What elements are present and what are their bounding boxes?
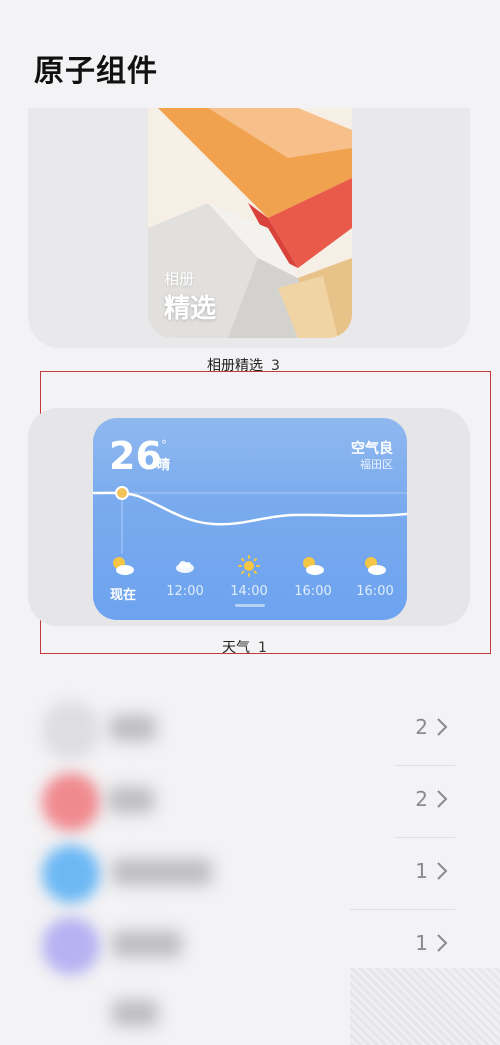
forecast-slot: 14:00 bbox=[219, 554, 279, 599]
weather-degree-mark: ° bbox=[161, 438, 167, 452]
chevron-right-icon bbox=[437, 862, 448, 880]
weather-widget-count: 1 bbox=[258, 640, 267, 656]
forecast-slot: 12:00 bbox=[155, 554, 215, 599]
current-point-marker bbox=[115, 486, 129, 500]
weather-widget-caption-text: 天气 bbox=[222, 640, 250, 656]
partly-cloudy-icon bbox=[283, 554, 343, 578]
list-item-label bbox=[108, 787, 154, 813]
photo-widget-small-label: 相册 bbox=[164, 270, 195, 288]
list-item-count: 2 bbox=[415, 787, 428, 811]
forecast-slot: 16:00 bbox=[345, 554, 405, 599]
forecast-time: 12:00 bbox=[166, 584, 204, 599]
page-title: 原子组件 bbox=[34, 54, 158, 89]
list-item-label bbox=[112, 931, 182, 957]
partly-cloudy-icon bbox=[93, 554, 153, 578]
weather-temperature: 26 bbox=[109, 434, 162, 478]
photo-widget-big-label: 精选 bbox=[164, 294, 217, 324]
chevron-right-icon bbox=[437, 790, 448, 808]
forecast-time: 16:00 bbox=[356, 584, 394, 599]
forecast-slot: 16:00 bbox=[283, 554, 343, 599]
photo-widget-preview[interactable]: 相册 精选 bbox=[148, 108, 352, 338]
list-item[interactable]: 2 bbox=[0, 765, 500, 837]
list-item-count: 2 bbox=[415, 715, 428, 739]
cloud-icon bbox=[155, 554, 215, 578]
list-item-avatar bbox=[42, 773, 100, 831]
weather-condition: 晴 bbox=[157, 458, 171, 473]
list-item-label bbox=[110, 715, 156, 741]
chevron-right-icon bbox=[437, 718, 448, 736]
weather-widget-preview[interactable]: 26 ° 晴 空气良 福田区 现在 12:00 14:00 16:00 16:0… bbox=[93, 418, 407, 620]
list-item-count: 1 bbox=[415, 859, 428, 883]
forecast-time: 14:00 bbox=[230, 584, 268, 599]
list-item-avatar bbox=[42, 845, 100, 903]
list-item[interactable]: 1 bbox=[0, 837, 500, 909]
weather-widget-caption: 天气 1 bbox=[222, 637, 267, 657]
list-item[interactable]: 2 bbox=[0, 693, 500, 765]
forecast-time: 16:00 bbox=[294, 584, 332, 599]
list-item-label bbox=[112, 859, 212, 885]
chevron-right-icon bbox=[437, 934, 448, 952]
list-item-count: 1 bbox=[415, 931, 428, 955]
list-item-label bbox=[112, 1000, 158, 1026]
temperature-curve bbox=[93, 486, 407, 554]
weather-district: 福田区 bbox=[360, 458, 393, 471]
forecast-slot: 现在 bbox=[93, 554, 153, 603]
weather-air-quality: 空气良 bbox=[351, 441, 393, 457]
current-slot-indicator bbox=[235, 604, 265, 607]
watermark-pattern bbox=[350, 968, 500, 1045]
weather-forecast-row: 现在 12:00 14:00 16:00 16:00 bbox=[93, 554, 407, 604]
list-item-avatar bbox=[42, 917, 100, 975]
partly-cloudy-icon bbox=[345, 554, 405, 578]
sun-icon bbox=[219, 554, 279, 578]
list-item-avatar bbox=[42, 701, 100, 759]
forecast-time: 现在 bbox=[109, 588, 136, 603]
